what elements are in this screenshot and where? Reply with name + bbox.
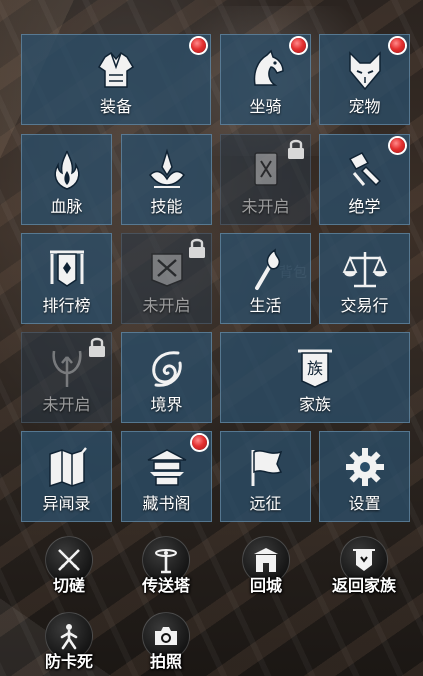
- pavilion-icon: [147, 449, 186, 486]
- tile-realm[interactable]: 境界: [121, 332, 212, 423]
- teleport-tower-icon: [155, 549, 177, 574]
- tile-settings[interactable]: 设置: [319, 431, 410, 522]
- tile-label: 未开启: [42, 395, 91, 414]
- tile-label: 宠物: [348, 97, 381, 116]
- bloodline-flame-icon: [54, 150, 79, 190]
- realm-swirl-icon: [151, 351, 182, 387]
- tile-locked-card[interactable]: 未开启: [220, 134, 311, 225]
- tile-skills[interactable]: 技能: [121, 134, 212, 225]
- tile-trading-house[interactable]: 交易行: [319, 233, 410, 324]
- camera-icon: [155, 627, 177, 645]
- clan-banner-icon: 族: [298, 349, 332, 388]
- tile-label: 境界: [150, 395, 183, 414]
- action-label: 防卡死: [44, 652, 93, 671]
- tile-locked-trident[interactable]: 未开启: [21, 332, 112, 423]
- scroll-brush-icon: [348, 152, 381, 187]
- action-photo[interactable]: 拍照: [124, 606, 208, 676]
- scales-icon: [342, 252, 387, 288]
- tile-life[interactable]: 生活: [220, 233, 311, 324]
- tile-label: 生活: [249, 296, 282, 315]
- tile-label: 交易行: [340, 296, 389, 315]
- crossed-swords-icon: [58, 549, 80, 571]
- tile-label: 异闻录: [42, 494, 91, 513]
- action-return-clan[interactable]: 返回家族: [322, 530, 406, 600]
- menu-grid: 装备 坐骑 宠物 血脉 技能 未开启 绝学 排行榜 未开启 生活 交易行 未开启…: [0, 0, 423, 530]
- notification-badge: [192, 435, 207, 450]
- crossed-swords-banner-icon: [150, 253, 183, 287]
- action-teleport-tower[interactable]: 传送塔: [124, 530, 208, 600]
- action-return-city[interactable]: 回城: [224, 530, 308, 600]
- tile-label: 未开启: [241, 197, 290, 216]
- tile-label: 藏书阁: [142, 494, 191, 513]
- tile-label: 血脉: [50, 197, 83, 216]
- lock-icon: [288, 139, 304, 159]
- action-spar[interactable]: 切磋: [27, 530, 111, 600]
- tile-label: 未开启: [142, 296, 191, 315]
- notification-badge: [191, 38, 206, 53]
- tile-clan[interactable]: 族 家族: [220, 332, 410, 423]
- action-label: 回城: [249, 576, 282, 595]
- tile-label: 排行榜: [42, 296, 91, 315]
- tile-locked-banner[interactable]: 未开启: [121, 233, 212, 324]
- torch-icon: [254, 248, 280, 290]
- tile-expedition[interactable]: 远征: [220, 431, 311, 522]
- tile-bloodline[interactable]: 血脉: [21, 134, 112, 225]
- notification-badge: [390, 38, 405, 53]
- action-label: 返回家族: [331, 576, 396, 595]
- notification-badge: [390, 138, 405, 153]
- action-label: 传送塔: [141, 576, 190, 595]
- tile-ranking[interactable]: 排行榜: [21, 233, 112, 324]
- tile-chronicles[interactable]: 异闻录: [21, 431, 112, 522]
- city-gate-icon: [254, 548, 278, 572]
- clan-banner-char: 族: [307, 359, 323, 378]
- action-unstuck[interactable]: 防卡死: [27, 606, 111, 676]
- clan-shield-icon: [353, 549, 375, 571]
- tile-label: 装备: [99, 97, 132, 116]
- tile-equipment[interactable]: 装备: [21, 34, 211, 125]
- map-book-icon: [48, 447, 87, 488]
- tile-ultimate-arts[interactable]: 绝学: [319, 134, 410, 225]
- tile-mount[interactable]: 坐骑: [220, 34, 311, 125]
- notification-badge: [291, 38, 306, 53]
- trident-icon: [51, 350, 82, 387]
- tile-label: 绝学: [348, 197, 381, 216]
- gear-icon: [345, 448, 384, 486]
- tile-label: 家族: [298, 395, 331, 414]
- action-label: 切磋: [52, 576, 85, 595]
- lock-icon: [189, 238, 205, 258]
- tile-library[interactable]: 藏书阁: [121, 431, 212, 522]
- flag-icon: [251, 450, 282, 486]
- ranking-banner-icon: [49, 250, 84, 287]
- tile-label: 技能: [150, 197, 183, 216]
- tile-label: 坐骑: [249, 97, 282, 116]
- fox-mask-icon: [348, 51, 381, 91]
- quick-actions: 切磋 传送塔 回城 返回家族 防卡死 拍照: [0, 530, 423, 676]
- card-icon: [253, 152, 278, 186]
- tile-pet[interactable]: 宠物: [319, 34, 410, 125]
- horse-head-icon: [253, 49, 284, 86]
- tile-label: 远征: [249, 494, 282, 513]
- lock-icon: [89, 337, 105, 357]
- armor-icon: [97, 52, 135, 88]
- unstuck-figure-icon: [60, 624, 78, 650]
- tile-label: 设置: [348, 494, 381, 513]
- skill-lotus-icon: [148, 148, 185, 188]
- action-label: 拍照: [149, 652, 182, 671]
